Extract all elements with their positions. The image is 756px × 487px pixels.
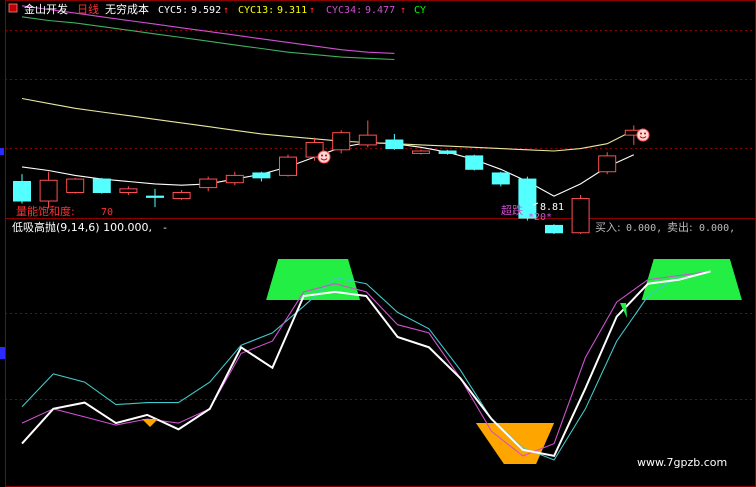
cyc34-value: 9.477: [365, 5, 395, 16]
smiley-eye: [644, 132, 646, 135]
candle-body-up: [172, 191, 191, 200]
candle-body-up: [66, 178, 85, 193]
cyc13-label: CYC13:: [238, 5, 274, 16]
cyc34-up-arrow: ↑: [400, 5, 406, 16]
top-header: 金山开发 日线 无穷成本 CYC5: 9.592 ↑ CYC13: 9.311 …: [8, 2, 426, 16]
smiley-marker: [317, 150, 331, 164]
cyc13-up-arrow: ↑: [309, 5, 315, 16]
candle: [146, 188, 164, 208]
zone-high: [641, 259, 742, 300]
candle-body-down: [252, 172, 271, 179]
oscillator-line-slow: [21, 270, 711, 461]
candle-body-up: [412, 150, 430, 154]
smiley-marker: [636, 128, 650, 142]
smiley-eye: [321, 154, 323, 157]
smiley-eye: [640, 132, 642, 135]
candle-body-down: [491, 172, 510, 185]
smiley-eye: [325, 154, 327, 157]
candle-body-up: [119, 188, 138, 193]
buy-signal-markers: [142, 303, 627, 427]
cyc5-up-arrow: ↑: [223, 5, 229, 16]
sell-value: 0.000,: [699, 223, 735, 234]
candle-body-up: [571, 198, 590, 234]
buy-label: 买入:: [595, 221, 621, 234]
candle-body-down: [438, 150, 457, 154]
watermark: www.7gpzb.com: [637, 456, 727, 469]
candle-body-up: [332, 132, 351, 151]
candle-body-up: [199, 178, 218, 189]
indicator-name: 无穷成本: [105, 2, 149, 16]
candle: [119, 186, 138, 195]
low-marker-sub: *20*: [528, 212, 552, 223]
candle: [598, 152, 617, 175]
smiley-icon: [317, 150, 331, 164]
stock-name: 金山开发: [24, 2, 68, 16]
outer-border: [5, 0, 756, 487]
oscillator-lines: [21, 270, 711, 461]
candle: [172, 190, 191, 200]
candle: [92, 177, 111, 194]
candle-body-down: [545, 224, 563, 234]
candle: [358, 120, 377, 148]
cyc34-label: CYC34:: [326, 5, 362, 16]
chart-frame: [5, 0, 756, 487]
sub-header: 低吸高抛(9,14,6) 100.000, - 买入: 0.000, 卖出: 0…: [12, 220, 735, 234]
sub-grid: [5, 313, 756, 400]
candle: [571, 194, 590, 234]
cost-line-cyc13: [21, 97, 635, 152]
candle-body-down: [146, 195, 164, 198]
cost-lines: [21, 5, 635, 197]
cost-line-cyc34: [21, 16, 395, 61]
candle: [66, 177, 85, 194]
buy-value: 0.000,: [626, 223, 662, 234]
smiley-icon: [636, 128, 650, 142]
saturation-label: 量能饱和度:: [16, 204, 75, 218]
low-marker-label: 超跌: [501, 203, 523, 217]
candle: [199, 176, 218, 192]
candle: [412, 149, 430, 155]
candle: [332, 130, 351, 154]
saturation-readout: 量能饱和度: 70: [16, 204, 113, 218]
period-label[interactable]: 日线: [77, 2, 99, 16]
sub-indicator-dash: -: [162, 223, 168, 234]
cyc-next-label: CY: [414, 5, 426, 16]
candle: [438, 149, 457, 155]
candle-body-up: [225, 174, 244, 184]
candle-body-up: [358, 134, 377, 146]
candle-body-down: [13, 181, 31, 202]
sell-label: 卖出:: [667, 220, 693, 234]
candle-body-up: [279, 156, 297, 176]
left-marker-main: [0, 148, 4, 155]
oscillator-line-fast: [21, 270, 711, 458]
candle: [491, 171, 510, 187]
left-markers: [0, 148, 5, 359]
saturation-value: 70: [101, 207, 113, 218]
candle: [252, 171, 271, 182]
signal-zones: [266, 259, 742, 464]
left-marker-sub: [0, 347, 5, 359]
cyc5-label: CYC5:: [158, 5, 188, 16]
candle-body-down: [385, 139, 404, 150]
candle: [545, 224, 563, 234]
candle: [225, 171, 244, 186]
candle: [465, 154, 484, 171]
cyc13-value: 9.311: [277, 5, 307, 16]
candle: [279, 154, 297, 177]
candle: [385, 133, 404, 150]
candle-body-down: [465, 155, 484, 170]
chart-stage: 8.81 超跌 *20* 量能饱和度: 70 金山开发 日线 无穷成本 CYC5…: [0, 0, 756, 487]
candle: [39, 171, 58, 209]
sub-indicator-name: 低吸高抛(9,14,6) 100.000,: [12, 220, 152, 234]
candle: [13, 174, 31, 204]
candle-body-up: [598, 155, 617, 173]
window-icon[interactable]: [8, 3, 18, 13]
candle-body-up: [39, 179, 58, 202]
buy-signal-arrow: [142, 419, 158, 427]
cyc5-value: 9.592: [191, 5, 221, 16]
candle-body-down: [92, 178, 111, 193]
oscillator-line-mid: [21, 270, 711, 457]
